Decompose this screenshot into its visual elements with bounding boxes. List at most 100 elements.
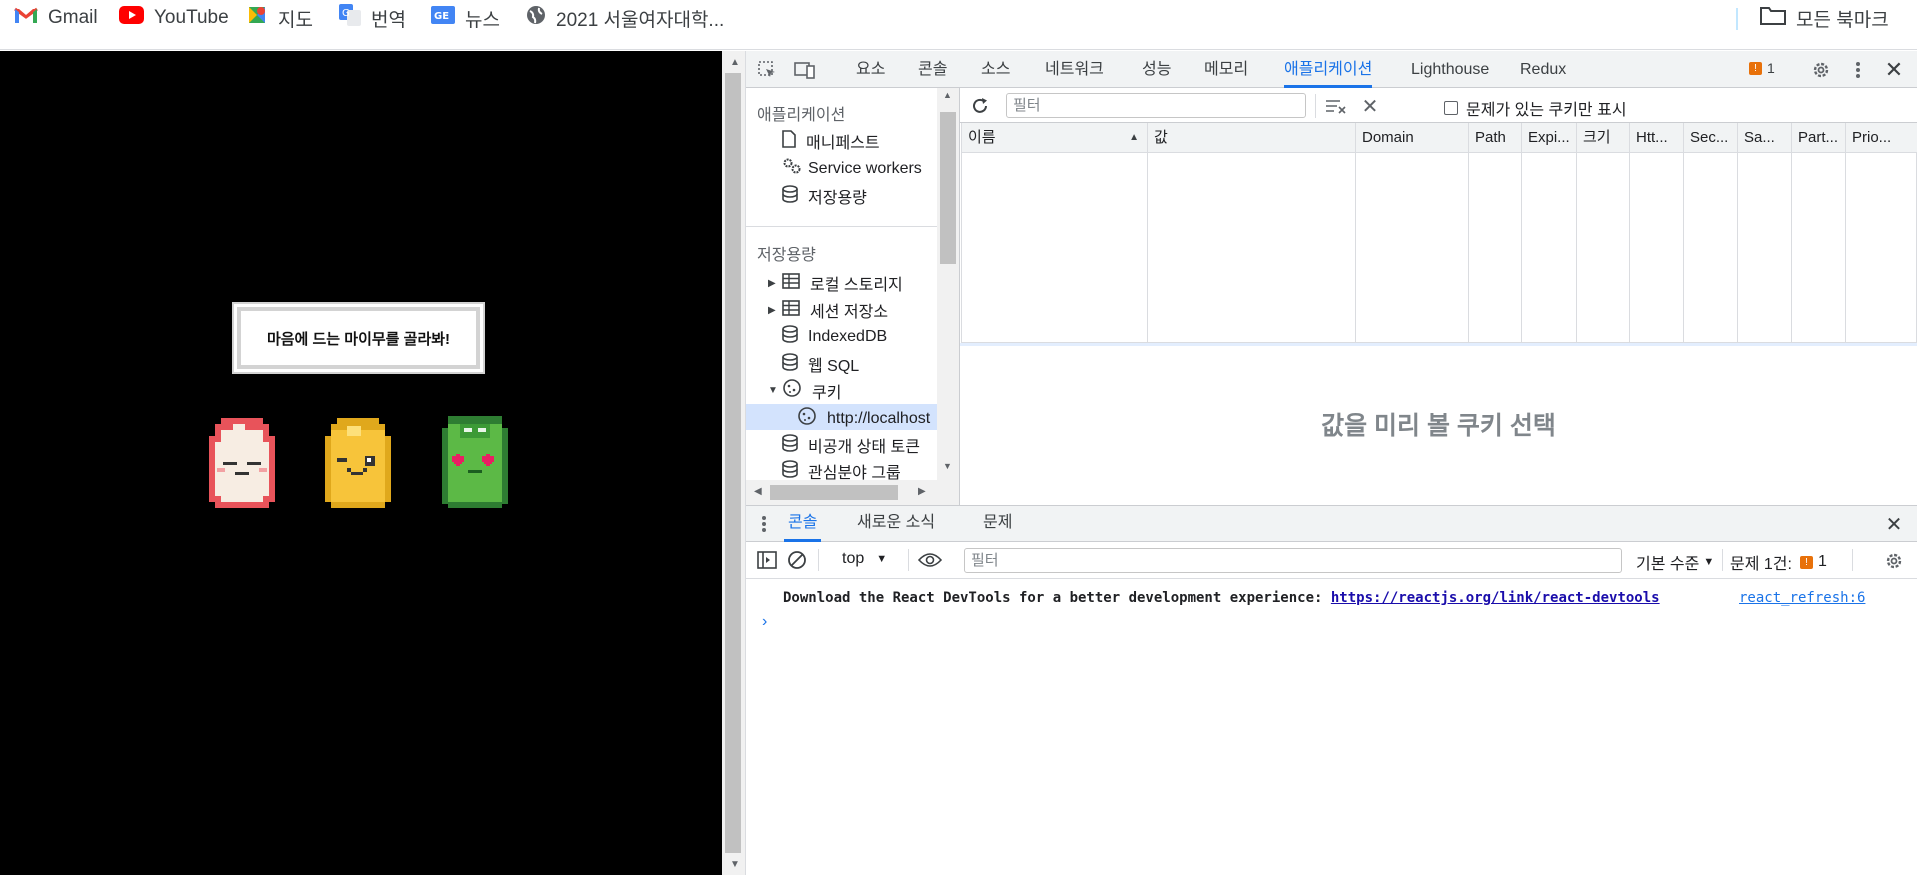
bookmark-translate[interactable]: G 번역 (339, 0, 406, 36)
sidebar-item-service-workers[interactable]: Service workers (782, 157, 922, 180)
folder-icon (1760, 5, 1786, 31)
expand-arrow-icon: ▶ (768, 304, 776, 316)
character-red[interactable] (203, 418, 281, 508)
tab-memory[interactable]: 메모리 (1204, 51, 1248, 88)
sidebar-item-storage[interactable]: 저장용량 (782, 184, 867, 208)
column-header-secure[interactable]: Sec... (1684, 123, 1738, 153)
show-sidebar-icon[interactable] (756, 549, 778, 571)
bookmark-youtube[interactable]: YouTube (119, 0, 229, 36)
console-output: Download the React DevTools for a better… (746, 579, 1917, 875)
clear-all-icon[interactable]: ✕ (1358, 94, 1382, 118)
live-expression-eye-icon[interactable] (916, 549, 944, 571)
console-prompt-chevron-icon[interactable]: › (762, 613, 767, 631)
sidebar-item-session-storage[interactable]: ▶ 세션 저장소 (768, 298, 888, 322)
clear-filtered-icon[interactable] (1324, 94, 1348, 118)
refresh-icon[interactable] (968, 94, 992, 118)
log-level-selector[interactable]: 기본 수준 ▼ (1636, 550, 1714, 574)
cookies-filter-input[interactable] (1006, 93, 1306, 118)
sidebar-item-cookies[interactable]: ▼ 쿠키 (768, 378, 841, 403)
tab-redux[interactable]: Redux (1520, 51, 1566, 88)
tab-lighthouse[interactable]: Lighthouse (1411, 51, 1489, 88)
scroll-right-arrow-icon[interactable]: ▶ (918, 486, 926, 497)
speech-bubble: 마음에 드는 마이무를 골라봐! (237, 307, 480, 369)
column-header-httponly[interactable]: Htt... (1630, 123, 1684, 153)
sidebar-item-manifest[interactable]: 매니페스트 (782, 129, 880, 153)
cookie-icon (797, 406, 817, 431)
bookmarks-bar: Gmail YouTube 지도 G 번역 GE 뉴스 2021 서울여자대학.… (0, 0, 1917, 50)
console-settings-gear-icon[interactable] (1882, 549, 1906, 573)
scroll-down-arrow-icon[interactable]: ▼ (730, 859, 740, 870)
tab-elements[interactable]: 요소 (856, 51, 885, 88)
svg-text:GE: GE (434, 11, 449, 22)
cookies-table: 이름 ▲ 값 Domain Path Expi... 크기 Htt... Sec… (961, 123, 1917, 343)
drawer-tab-whats-new[interactable]: 새로운 소식 (857, 506, 935, 542)
drawer-tab-issues[interactable]: 문제 (983, 506, 1012, 542)
close-devtools-icon[interactable]: ✕ (1882, 57, 1906, 82)
scrollbar-thumb[interactable] (725, 73, 741, 853)
gears-icon (782, 157, 802, 180)
sidebar-item-private-state-tokens[interactable]: 비공개 상태 토큰 (782, 433, 920, 457)
clear-console-icon[interactable] (786, 549, 808, 571)
character-yellow[interactable] (319, 418, 397, 508)
sidebar-horizontal-scrollbar[interactable]: ◀ ▶ (746, 480, 937, 505)
dropdown-arrow-icon: ▼ (1703, 556, 1715, 568)
cookie-icon (782, 378, 802, 403)
column-header-value[interactable]: 값 (1148, 123, 1356, 153)
tab-application[interactable]: 애플리케이션 (1284, 51, 1373, 88)
sidebar-item-local-storage[interactable]: ▶ 로컬 스토리지 (768, 271, 903, 295)
bookmark-label: 번역 (371, 9, 406, 31)
table-column (1469, 153, 1522, 343)
maps-icon (246, 4, 268, 32)
sidebar-vertical-scrollbar[interactable]: ▲ ▼ (937, 88, 959, 505)
tab-performance[interactable]: 성능 (1142, 51, 1171, 88)
scrollbar-thumb[interactable] (770, 485, 898, 500)
column-header-samesite[interactable]: Sa... (1738, 123, 1792, 153)
scroll-down-arrow-icon[interactable]: ▼ (943, 461, 952, 471)
issue-flag-icon: ! (1749, 61, 1762, 75)
only-issues-checkbox[interactable] (1444, 101, 1458, 115)
issues-badge[interactable]: ! 1 (1749, 60, 1775, 76)
tab-sources[interactable]: 소스 (981, 51, 1010, 88)
bookmark-news[interactable]: GE 뉴스 (431, 0, 500, 36)
column-header-priority[interactable]: Prio... (1846, 123, 1917, 153)
table-column (1577, 153, 1630, 343)
gmail-icon (14, 6, 38, 30)
message-source-link[interactable]: react_refresh:6 (1739, 590, 1865, 606)
character-green[interactable] (436, 416, 514, 508)
scrollbar-thumb[interactable] (940, 112, 956, 264)
bookmarks-divider (1736, 8, 1738, 30)
bookmark-maps[interactable]: 지도 (246, 0, 313, 36)
drawer-tab-bar: 콘솔 새로운 소식 문제 ✕ (746, 505, 1917, 542)
column-header-expires[interactable]: Expi... (1522, 123, 1577, 153)
only-issues-checkbox-row[interactable]: 문제가 있는 쿠키만 표시 (1444, 96, 1627, 120)
column-header-domain[interactable]: Domain (1356, 123, 1469, 153)
translate-icon: G (339, 4, 361, 32)
all-bookmarks-button[interactable]: 모든 북마크 (1760, 0, 1889, 36)
sidebar-item-web-sql[interactable]: 웹 SQL (782, 352, 859, 376)
settings-gear-icon[interactable] (1809, 58, 1833, 82)
more-options-icon[interactable] (1848, 58, 1868, 82)
device-toolbar-icon[interactable] (794, 59, 816, 81)
react-devtools-link[interactable]: https://reactjs.org/link/react-devtools (1331, 590, 1660, 606)
sidebar-item-cookie-localhost[interactable]: http://localhost (797, 406, 930, 431)
bookmark-university[interactable]: 2021 서울여자대학... (526, 0, 724, 36)
console-filter-input[interactable] (964, 548, 1622, 573)
column-header-partition[interactable]: Part... (1792, 123, 1846, 153)
drawer-menu-icon[interactable] (756, 513, 772, 535)
column-header-size[interactable]: 크기 (1577, 123, 1630, 153)
column-header-name[interactable]: 이름 ▲ (962, 123, 1148, 153)
column-header-path[interactable]: Path (1469, 123, 1522, 153)
scroll-up-arrow-icon[interactable]: ▲ (943, 90, 952, 100)
scroll-left-arrow-icon[interactable]: ◀ (754, 486, 762, 497)
context-selector[interactable]: top ▼ (842, 550, 887, 568)
tab-network[interactable]: 네트워크 (1045, 51, 1104, 88)
bookmark-gmail[interactable]: Gmail (14, 0, 98, 36)
console-issues-button[interactable]: 문제 1건: ! 1 (1730, 550, 1827, 574)
tab-console[interactable]: 콘솔 (918, 51, 947, 88)
page-scrollbar[interactable]: ▲ ▼ (722, 51, 746, 875)
inspect-element-icon[interactable] (756, 59, 778, 81)
close-drawer-icon[interactable]: ✕ (1882, 512, 1906, 536)
scroll-up-arrow-icon[interactable]: ▲ (730, 57, 740, 68)
sidebar-item-indexeddb[interactable]: IndexedDB (782, 325, 887, 348)
drawer-tab-console[interactable]: 콘솔 (784, 506, 822, 542)
